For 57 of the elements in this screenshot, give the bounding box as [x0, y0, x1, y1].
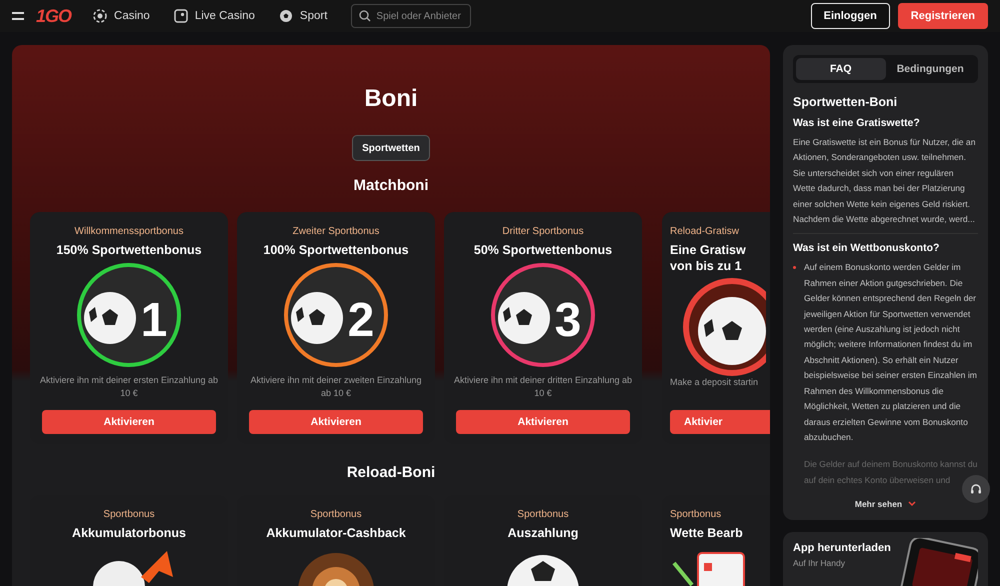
- soccer-ball-icon: [278, 9, 293, 23]
- bonus-description: Aktiviere ihn mit deiner ersten Einzahlung ab 10 €: [38, 374, 220, 400]
- bonus-number: 2: [348, 294, 374, 347]
- bonus-category: Sportbonus: [670, 509, 722, 520]
- nav-link[interactable]: Live Casino: [174, 9, 255, 23]
- nav-link[interactable]: Sport: [278, 9, 328, 23]
- bonus-category: Willkommenssportbonus: [74, 226, 184, 237]
- faq-answer: Eine Gratiswette ist ein Bonus für Nutzer, die an Aktionen, Sonderangeboten usw. teilnehmen. Sie unterscheidet sich von einer regulären Wette dadurch, dass man bei der Platzierung einer solchen Wette kein eigenes Geld riskiert. Nachdem die Wette abgerechnet wurde, werd...: [793, 136, 976, 226]
- bonus-description: Make a deposit startin: [670, 376, 758, 389]
- faq-tab[interactable]: FAQ: [796, 58, 886, 80]
- search-icon: [359, 10, 372, 22]
- bonus-number: 3: [554, 294, 582, 347]
- square-icon: [174, 9, 188, 23]
- app-title: App herunterladen: [793, 542, 891, 554]
- bonus-number: 1: [140, 294, 168, 347]
- app-subtitle: Auf Ihr Handy: [793, 558, 846, 568]
- bonus-category: Sportbonus: [517, 509, 569, 520]
- headset-icon: [970, 483, 982, 495]
- category-tab[interactable]: Sportwetten: [352, 135, 430, 161]
- bonus-category: Zweiter Sportbonus: [292, 226, 380, 237]
- activate-button[interactable]: Aktivier: [670, 410, 770, 434]
- bonus-title: 100% Sportwettenbonus: [263, 242, 409, 258]
- activate-button[interactable]: Aktivieren: [42, 410, 216, 434]
- faq-question: Was ist ein Wettbonuskonto?: [793, 242, 940, 254]
- faq-question: Was ist eine Gratiswette?: [793, 117, 921, 129]
- bullet-icon: [793, 266, 796, 270]
- register-button[interactable]: Registrieren: [898, 3, 988, 29]
- bonus-category: Sportbonus: [103, 509, 155, 520]
- activate-button[interactable]: Aktivieren: [456, 410, 630, 434]
- search-field[interactable]: Spiel oder Anbieter: [351, 4, 472, 28]
- bonus-category: Sportbonus: [310, 509, 362, 520]
- menu-icon[interactable]: [12, 12, 24, 20]
- bonus-title: Wette Bearb: [670, 525, 743, 541]
- bonus-category: Reload-Gratisw: [670, 226, 739, 237]
- show-more-button[interactable]: Mehr sehen: [848, 498, 922, 510]
- bonus-title: Eine Gratisw von bis zu 1: [670, 242, 746, 274]
- bonus-description: Aktiviere ihn mit deiner dritten Einzahlung ab 10 €: [452, 374, 634, 400]
- login-button[interactable]: Einloggen: [810, 3, 890, 29]
- bonus-title: 150% Sportwettenbonus: [56, 242, 202, 258]
- faq-heading: Sportwetten-Boni: [793, 95, 898, 109]
- faq-answer: Die Gelder auf deinem Bonuskonto kannst du auf dein echtes Konto überweisen und: [803, 458, 978, 487]
- bonus-category: Dritter Sportbonus: [502, 226, 584, 237]
- bonus-title: 50% Sportwettenbonus: [474, 242, 612, 258]
- nav-link[interactable]: Casino: [93, 9, 150, 23]
- page-title: Boni: [364, 85, 418, 113]
- section-title: Reload-Boni: [346, 464, 436, 481]
- bonus-title: Akkumulatorbonus: [72, 525, 186, 541]
- chip-icon: [93, 9, 108, 23]
- activate-button[interactable]: Aktivieren: [249, 410, 423, 434]
- bonus-description: Aktiviere ihn mit deiner zweiten Einzahlung ab 10 €: [249, 374, 423, 400]
- chevron-down-icon: [908, 501, 916, 508]
- faq-tab[interactable]: Bedingungen: [886, 58, 975, 80]
- bonus-title: Auszahlung: [508, 525, 578, 541]
- logo[interactable]: 1GO: [36, 6, 72, 26]
- section-title: Matchboni: [354, 177, 428, 194]
- faq-answer: Auf einem Bonuskonto werden Gelder im Rahmen einer Aktion gutgeschrieben. Die Gelder können entsprechend den Regeln der jeweiligen Aktion für Sportwetten verwendet werden (eine Auszahlung ist jedoch nicht möglich; weitere Informationen findest du im Abschnitt Aktionen). So erhält ein Nutzer beispielsweise bei seiner ersten Einzahlen im Rahmen des Willkommensbonus die Möglichkeit, Wetten zu platzieren und die daraus erzielten Gewinne vom Bonuskonto abzubuchen.: [804, 261, 978, 444]
- bonus-title: Akkumulator-Cashback: [266, 525, 406, 541]
